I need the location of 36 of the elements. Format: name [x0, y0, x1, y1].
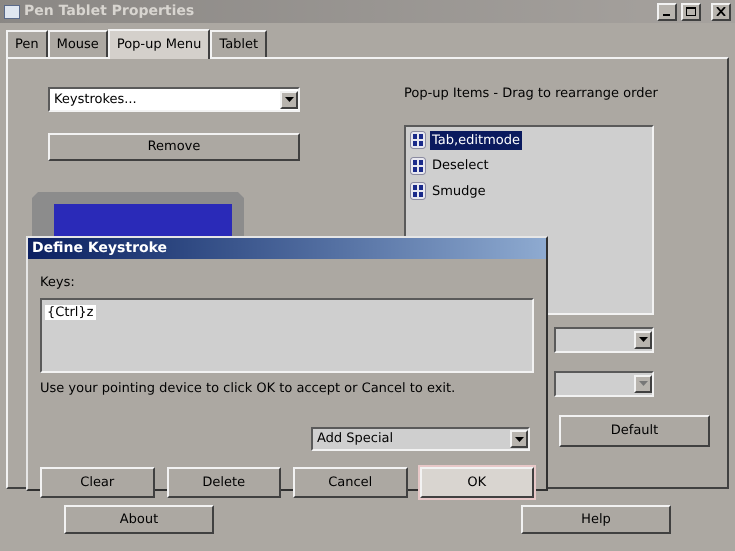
text-item-icon	[410, 131, 426, 150]
text-item-icon	[410, 156, 426, 175]
dialog-button[interactable]: OK	[420, 467, 534, 498]
bottom-button[interactable]: Help	[521, 505, 671, 534]
function-dropdown[interactable]: Keystrokes...	[48, 87, 300, 112]
list-item[interactable]: Deselect	[410, 156, 648, 176]
dropdown[interactable]	[554, 326, 654, 352]
keys-label: Keys:	[40, 274, 76, 292]
item-label: Tab,editmode	[430, 130, 522, 150]
list-item[interactable]: Smudge	[410, 182, 648, 201]
text-item-icon	[410, 182, 426, 200]
item-label: Deselect	[431, 157, 490, 175]
default-button[interactable]: Default	[559, 414, 710, 446]
close-icon[interactable]	[711, 2, 731, 20]
dialog-button[interactable]: Cancel	[293, 467, 408, 498]
dropdown[interactable]	[554, 370, 654, 396]
tab[interactable]: Pen	[6, 30, 48, 57]
minimize-icon[interactable]	[657, 2, 677, 20]
add-special-dropdown[interactable]: Add Special	[311, 427, 530, 451]
remove-button[interactable]: Remove	[48, 133, 300, 161]
dialog-title: Define Keystroke	[32, 239, 168, 258]
tab[interactable]: Mouse	[48, 30, 108, 57]
tab[interactable]: Tablet	[210, 30, 268, 57]
list-item[interactable]: Tab,editmode	[410, 130, 648, 150]
maximize-icon[interactable]	[681, 2, 701, 20]
bottom-button[interactable]: About	[64, 505, 214, 534]
dialog-button[interactable]: Delete	[166, 467, 281, 498]
tab[interactable]: Pop-up Menu	[108, 29, 210, 59]
dialog-button[interactable]: Clear	[40, 467, 154, 498]
instruction-text: Use your pointing device to click OK to accept or Cancel to exit.	[40, 380, 456, 398]
item-label: Smudge	[431, 182, 487, 200]
popup-items-label: Pop-up Items - Drag to rearrange order	[404, 85, 659, 103]
window-icon	[4, 4, 20, 18]
window-title: Pen Tablet Properties	[24, 2, 196, 21]
keys-value: {Ctrl}z	[45, 304, 96, 320]
keys-field[interactable]: {Ctrl}z	[40, 298, 534, 372]
